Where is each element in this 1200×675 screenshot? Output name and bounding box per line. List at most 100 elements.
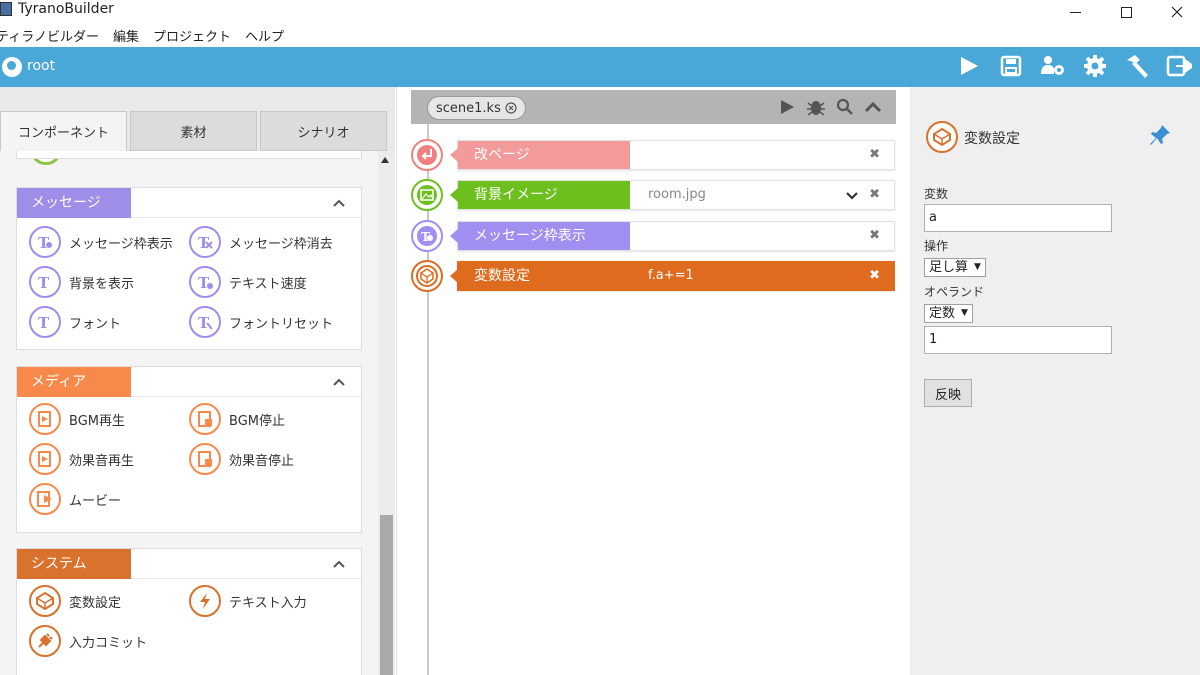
delete-icon[interactable]: ✖: [869, 188, 880, 201]
left-tabs: コンポーネント 素材 シナリオ: [0, 111, 390, 151]
category-message: メッセージ T メッセージ枠表示 T メッセージ枠消去 T 背景を表示 T テキ…: [16, 187, 362, 350]
svg-text:T: T: [198, 274, 210, 291]
save-icon[interactable]: [998, 53, 1024, 79]
component-font[interactable]: T フォント: [29, 306, 121, 338]
component-list: メッセージ T メッセージ枠表示 T メッセージ枠消去 T 背景を表示 T テキ…: [0, 151, 378, 675]
svg-text:T: T: [38, 274, 50, 291]
gear-icon[interactable]: [1082, 53, 1108, 79]
svg-text:T: T: [38, 314, 50, 331]
app-icon: [0, 2, 12, 16]
component-se-stop[interactable]: 効果音停止: [189, 443, 294, 475]
partial-category-box: [16, 151, 362, 159]
timeline-item-label: メッセージ枠表示: [450, 222, 630, 250]
operand-label: オペランド: [924, 285, 985, 299]
movie-icon: [29, 483, 61, 515]
text-speed-icon: T: [189, 266, 221, 298]
component-message-window-hide[interactable]: T メッセージ枠消去: [189, 226, 333, 258]
menu-bar: ティラノビルダー 編集 プロジェクト ヘルプ: [0, 24, 1200, 46]
operand-field[interactable]: 1: [924, 326, 1112, 354]
delete-icon[interactable]: ✖: [869, 269, 880, 282]
delete-icon[interactable]: ✖: [869, 148, 880, 161]
menu-project[interactable]: プロジェクト: [153, 26, 231, 45]
scene-tab-label: scene1.ks: [436, 100, 501, 116]
minimize-button[interactable]: [1052, 0, 1098, 24]
scenario-editor: scene1.ks 改ページ ✖ 背景イメージ room.jpg ✖ T メッセ…: [396, 87, 910, 675]
project-icon[interactable]: [2, 57, 22, 77]
timeline-item-label: 改ページ: [450, 141, 630, 169]
chevron-up-icon[interactable]: [333, 558, 345, 570]
window-titlebar: TyranoBuilder: [0, 0, 1200, 24]
component-input-commit[interactable]: 入力コミット: [29, 625, 147, 657]
scroll-up-arrow-icon[interactable]: [381, 157, 389, 163]
page-break-icon: [411, 139, 443, 171]
tab-components[interactable]: コンポーネント: [0, 111, 127, 151]
timeline-item-page-break[interactable]: 改ページ ✖: [411, 139, 911, 171]
properties-panel: 変数設定 変数 a 操作 足し算 ▼ オペランド 定数 ▼ 1 反映: [910, 87, 1200, 675]
window-title: TyranoBuilder: [18, 1, 114, 17]
close-tab-icon[interactable]: [505, 102, 517, 114]
svg-text:T: T: [198, 314, 210, 331]
scene-tab[interactable]: scene1.ks: [427, 96, 526, 120]
timeline-item-label: 背景イメージ: [450, 181, 630, 209]
debug-bug-icon[interactable]: [806, 98, 826, 116]
operation-label: 操作: [924, 239, 949, 253]
variable-icon: [926, 121, 958, 153]
component-bgm-stop[interactable]: BGM停止: [189, 403, 285, 435]
dropdown-arrow-icon: ▼: [961, 308, 968, 318]
chevron-down-icon[interactable]: [846, 190, 858, 202]
timeline-item-message-window-show[interactable]: T メッセージ枠表示 ✖: [411, 220, 911, 252]
background-image-icon: [411, 179, 443, 211]
collapse-chevron-up-icon[interactable]: [864, 98, 882, 116]
maximize-button[interactable]: [1103, 0, 1149, 24]
bgm-stop-icon: [189, 403, 221, 435]
plug-icon: [29, 625, 61, 657]
export-icon[interactable]: [1166, 53, 1192, 79]
operation-select[interactable]: 足し算 ▼: [924, 258, 986, 277]
menu-edit[interactable]: 編集: [113, 26, 139, 45]
component-text-input[interactable]: テキスト入力: [189, 585, 307, 617]
play-icon[interactable]: [956, 53, 982, 79]
project-label[interactable]: root: [27, 58, 55, 74]
tab-scenario[interactable]: シナリオ: [260, 111, 387, 151]
timeline-item-variable-set[interactable]: 変数設定 f.a+=1 ✖: [411, 260, 911, 292]
delete-icon[interactable]: ✖: [869, 229, 880, 242]
left-scrollbar[interactable]: [378, 151, 395, 675]
svg-text:T: T: [198, 234, 210, 251]
search-icon[interactable]: [836, 98, 854, 116]
close-button[interactable]: [1154, 0, 1200, 24]
font-reset-icon: T: [189, 306, 221, 338]
pin-icon[interactable]: [1148, 123, 1172, 147]
category-label: システム: [17, 549, 131, 579]
se-stop-icon: [189, 443, 221, 475]
menu-help[interactable]: ヘルプ: [245, 26, 284, 45]
message-show-icon: T: [29, 226, 61, 258]
preview-play-icon[interactable]: [778, 98, 796, 116]
variable-field[interactable]: a: [924, 204, 1112, 232]
se-play-icon: [29, 443, 61, 475]
timeline-item-background-image[interactable]: 背景イメージ room.jpg ✖: [411, 179, 911, 211]
component-variable-set[interactable]: 変数設定: [29, 585, 121, 617]
component-font-reset[interactable]: T フォントリセット: [189, 306, 333, 338]
users-gear-icon[interactable]: [1040, 53, 1066, 79]
tab-assets[interactable]: 素材: [130, 111, 257, 151]
left-panel: コンポーネント 素材 シナリオ メッセージ T メッセージ枠表示 T メッセージ…: [0, 87, 395, 675]
operand-type-select[interactable]: 定数 ▼: [924, 304, 973, 323]
component-se-play[interactable]: 効果音再生: [29, 443, 134, 475]
component-movie[interactable]: ムービー: [29, 483, 121, 515]
scroll-thumb[interactable]: [380, 515, 393, 675]
properties-title: 変数設定: [964, 131, 1020, 147]
message-hide-icon: T: [189, 226, 221, 258]
apply-button[interactable]: 反映: [924, 379, 972, 407]
hammer-icon[interactable]: [1124, 53, 1150, 79]
timeline-item-value: room.jpg: [648, 187, 706, 202]
menu-tyranobuilder[interactable]: ティラノビルダー: [0, 26, 99, 45]
component-message-window-show[interactable]: T メッセージ枠表示: [29, 226, 173, 258]
component-bgm-play[interactable]: BGM再生: [29, 403, 125, 435]
component-text-speed[interactable]: T テキスト速度: [189, 266, 307, 298]
chevron-up-icon[interactable]: [333, 376, 345, 388]
component-show-background[interactable]: T 背景を表示: [29, 266, 134, 298]
variable-icon: [29, 585, 61, 617]
chevron-up-icon[interactable]: [333, 197, 345, 209]
message-window-icon: T: [411, 220, 443, 252]
bgm-play-icon: [29, 403, 61, 435]
